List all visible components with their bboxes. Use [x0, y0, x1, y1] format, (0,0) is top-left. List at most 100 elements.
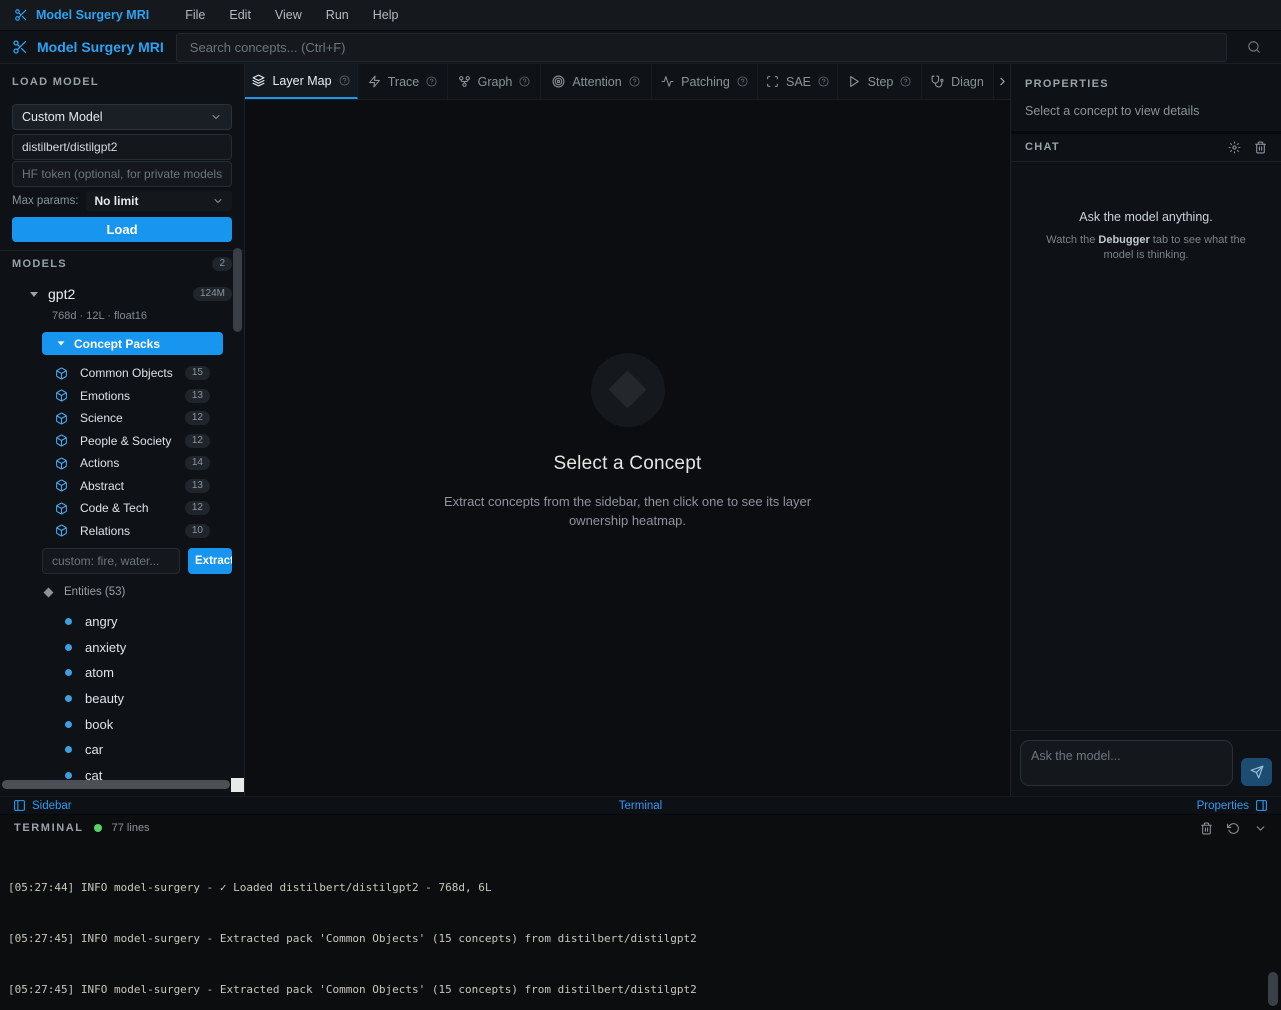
menu-items: File Edit View Run Help [173, 4, 410, 26]
entities-header[interactable]: Entities (53) [45, 585, 232, 599]
pack-item-science[interactable]: Science 12 [55, 407, 232, 430]
sidebar-horizontal-scrollbar[interactable] [2, 780, 230, 789]
tab-sae[interactable]: SAE [758, 64, 838, 99]
entity-label: atom [85, 665, 114, 680]
tab-attention[interactable]: Attention [541, 64, 652, 99]
menu-bar: Model Surgery MRI File Edit View Run Hel… [0, 0, 1281, 31]
tab-label: Diagn [951, 75, 984, 89]
rotate-ccw-icon[interactable] [1227, 822, 1240, 835]
entity-item-anxiety[interactable]: anxiety [65, 635, 232, 661]
help-icon [339, 75, 350, 86]
bullet-icon [65, 644, 72, 651]
help-icon [629, 76, 640, 87]
menu-help[interactable]: Help [361, 4, 411, 26]
panel-left-icon [13, 799, 26, 812]
hf-token-input[interactable] [12, 161, 232, 187]
chat-empty-title: Ask the model anything. [1079, 210, 1212, 224]
model-tree-item[interactable]: gpt2 124M [12, 284, 232, 304]
toggle-sidebar[interactable]: Sidebar [13, 799, 72, 812]
gear-icon[interactable] [1228, 141, 1241, 154]
pack-count-badge: 12 [185, 434, 210, 448]
menu-edit[interactable]: Edit [217, 4, 263, 26]
search-input[interactable] [176, 33, 1227, 62]
tab-trace[interactable]: Trace [358, 64, 448, 99]
entity-item-book[interactable]: book [65, 711, 232, 737]
extract-button[interactable]: Extract [188, 548, 232, 574]
search-button[interactable] [1239, 34, 1269, 61]
zap-icon [368, 75, 381, 88]
right-panel: PROPERTIES Select a concept to view deta… [1010, 64, 1281, 796]
entities-header-label: Entities (53) [64, 586, 125, 598]
properties-section: PROPERTIES Select a concept to view deta… [1011, 64, 1281, 131]
custom-concepts-input[interactable] [42, 548, 180, 574]
pack-name: Relations [80, 524, 173, 538]
trash-icon[interactable] [1200, 822, 1213, 835]
status-dot [94, 824, 102, 832]
tab-patching[interactable]: Patching [652, 64, 758, 99]
entity-item-beauty[interactable]: beauty [65, 686, 232, 712]
hint-bold: Debugger [1098, 234, 1149, 246]
pack-count-badge: 12 [185, 411, 210, 425]
pack-count-badge: 13 [185, 479, 210, 493]
help-icon [900, 76, 911, 87]
toolbar-title: Model Surgery MRI [37, 39, 164, 55]
model-type-select[interactable]: Custom Model [12, 104, 232, 130]
toggle-terminal[interactable]: Terminal [0, 800, 1281, 812]
load-button[interactable]: Load [12, 217, 232, 242]
package-icon [55, 502, 68, 515]
max-params-select[interactable]: No limit [86, 191, 232, 211]
menu-file[interactable]: File [173, 4, 217, 26]
pack-name: Emotions [80, 389, 173, 403]
entity-list: angry anxiety atom beauty book [12, 609, 232, 788]
chevron-down-icon[interactable] [1254, 822, 1267, 835]
tab-step[interactable]: Step [838, 64, 922, 99]
tabs-overflow-button[interactable] [994, 64, 1010, 98]
tab-layer-map[interactable]: Layer Map [245, 64, 358, 99]
caret-down-icon [58, 341, 65, 345]
model-id-input[interactable] [12, 134, 232, 160]
concept-packs-button[interactable]: Concept Packs [42, 332, 223, 355]
tab-bar: Layer Map Trace Graph Attention [245, 64, 1010, 100]
entity-item-angry[interactable]: angry [65, 609, 232, 635]
package-icon [55, 524, 68, 537]
chat-empty-hint: Watch the Debugger tab to see what the m… [1030, 233, 1262, 263]
entity-item-atom[interactable]: atom [65, 660, 232, 686]
tab-diagnostics[interactable]: Diagn [922, 64, 994, 99]
pack-item-relations[interactable]: Relations 10 [55, 520, 232, 543]
menu-view[interactable]: View [263, 4, 314, 26]
models-count-badge: 2 [212, 257, 232, 271]
toggle-properties[interactable]: Properties [1197, 799, 1268, 812]
pack-count-badge: 13 [185, 389, 210, 403]
pack-item-common-objects[interactable]: Common Objects 15 [55, 362, 232, 385]
trash-icon[interactable] [1254, 141, 1267, 154]
layer-map-canvas: Select a Concept Extract concepts from t… [245, 100, 1010, 796]
properties-placeholder: Select a concept to view details [1025, 104, 1267, 118]
pack-item-abstract[interactable]: Abstract 13 [55, 475, 232, 498]
workspace: LOAD MODEL Custom Model Max params: No l… [0, 64, 1281, 796]
sidebar-toggle-label: Sidebar [32, 800, 72, 812]
hint-prefix: Watch the [1046, 234, 1098, 246]
terminal-scrollbar[interactable] [1268, 972, 1278, 1006]
chevron-right-icon [996, 75, 1009, 88]
pack-item-actions[interactable]: Actions 14 [55, 452, 232, 475]
help-icon [426, 76, 437, 87]
pack-name: People & Society [80, 434, 173, 448]
terminal-title: TERMINAL [14, 822, 84, 834]
pack-name: Code & Tech [80, 501, 173, 515]
concept-packs-label: Concept Packs [74, 337, 160, 351]
menu-run[interactable]: Run [314, 4, 361, 26]
tab-graph[interactable]: Graph [448, 64, 541, 99]
tab-label: Step [868, 75, 894, 89]
entity-item-car[interactable]: car [65, 737, 232, 763]
entity-label: angry [85, 614, 118, 629]
terminal-line-count: 77 lines [112, 822, 150, 834]
pack-item-emotions[interactable]: Emotions 13 [55, 385, 232, 408]
chat-footer [1011, 730, 1281, 796]
sidebar-vertical-scrollbar[interactable] [233, 248, 242, 332]
pack-item-people-society[interactable]: People & Society 12 [55, 430, 232, 453]
pack-item-code-tech[interactable]: Code & Tech 12 [55, 497, 232, 520]
send-button[interactable] [1241, 758, 1272, 786]
tab-label: Layer Map [272, 74, 331, 88]
chat-input[interactable] [1020, 740, 1233, 786]
app-title: Model Surgery MRI [36, 8, 149, 22]
